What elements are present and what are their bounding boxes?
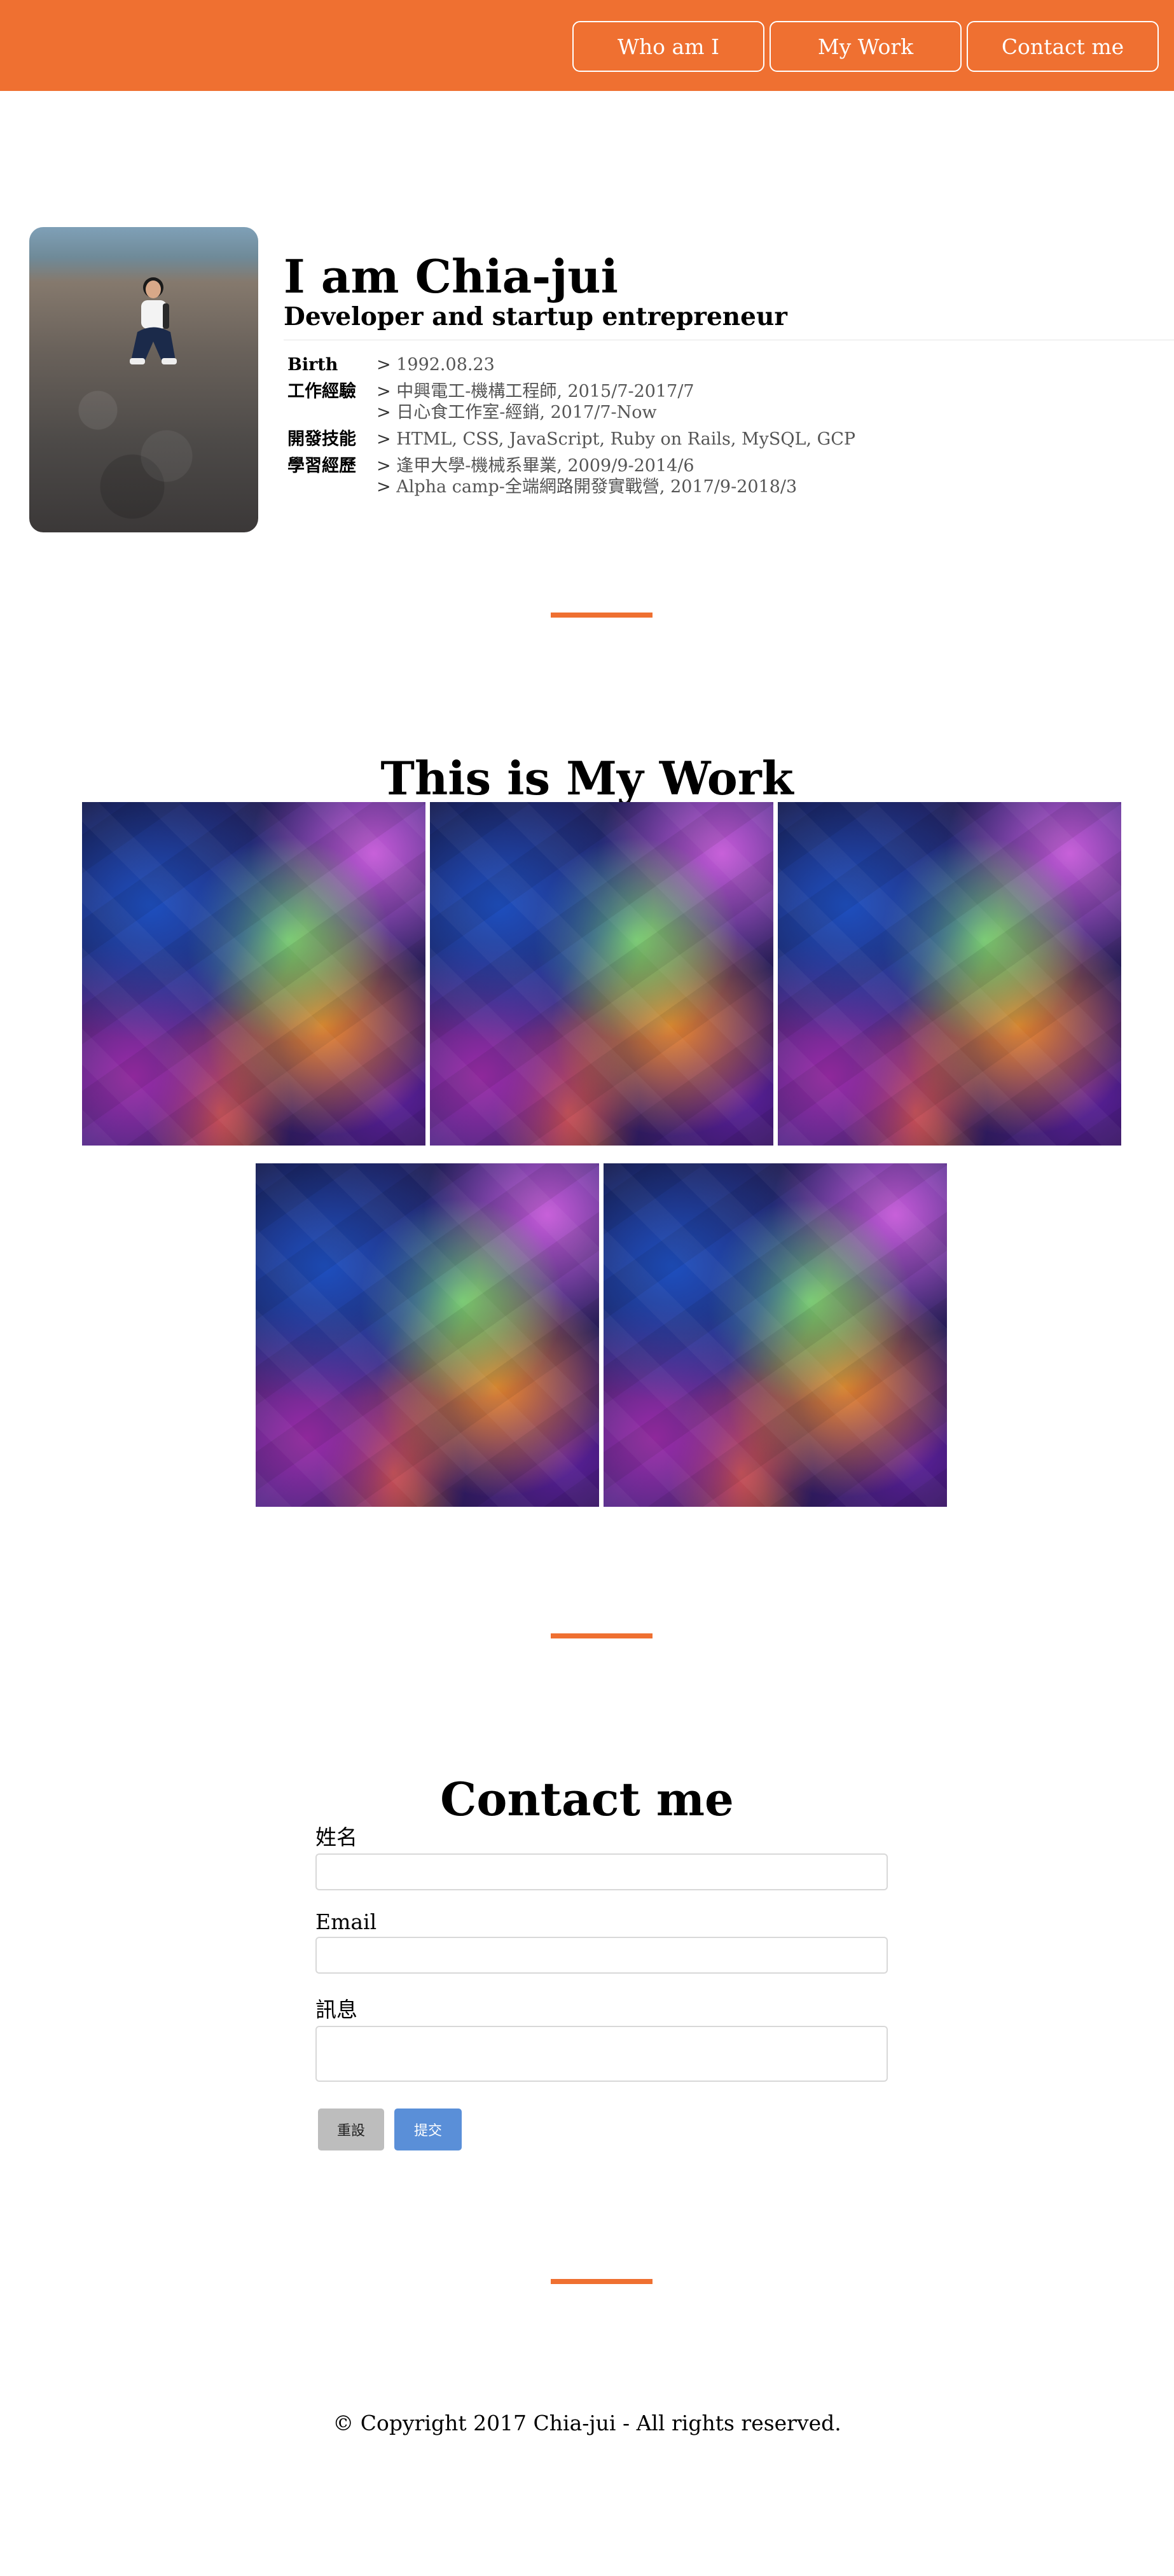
work-tile[interactable] — [256, 1163, 599, 1507]
info-key: 工作經驗 — [287, 382, 356, 401]
info-values: 逢甲大學-機械系畢業, 2009/9-2014/6 Alpha camp-全端網… — [376, 455, 797, 497]
profile-photo — [29, 227, 258, 532]
main-nav: Who am I My Work Contact me — [572, 21, 1159, 72]
info-value: 逢甲大學-機械系畢業, 2009/9-2014/6 — [376, 455, 797, 476]
message-textarea[interactable] — [315, 2026, 888, 2082]
info-value: HTML, CSS, JavaScript, Ruby on Rails, My… — [376, 429, 855, 450]
work-tile[interactable] — [82, 802, 425, 1146]
nav-contact-me-button[interactable]: Contact me — [967, 21, 1159, 72]
info-values: 中興電工-機構工程師, 2015/7-2017/7 日心食工作室-經銷, 201… — [376, 381, 694, 423]
form-buttons: 重設 提交 — [318, 2109, 888, 2150]
info-row-birth: Birth 1992.08.23 — [287, 354, 855, 375]
info-key: 開發技能 — [287, 429, 356, 449]
person-figure — [130, 277, 177, 364]
nav-my-work-button[interactable]: My Work — [770, 21, 962, 72]
info-values: HTML, CSS, JavaScript, Ruby on Rails, My… — [376, 429, 855, 450]
message-label: 訊息 — [315, 1997, 357, 2022]
info-key: Birth — [287, 355, 338, 375]
footer-copyright: © Copyright 2017 Chia-jui - All rights r… — [333, 2411, 841, 2435]
info-row-skills: 開發技能 HTML, CSS, JavaScript, Ruby on Rail… — [287, 429, 855, 450]
info-value: 日心食工作室-經銷, 2017/7-Now — [376, 402, 694, 423]
submit-button[interactable]: 提交 — [394, 2109, 462, 2150]
info-value: 中興電工-機構工程師, 2015/7-2017/7 — [376, 381, 694, 402]
info-values: 1992.08.23 — [376, 354, 495, 375]
work-section-title: This is My Work — [380, 751, 794, 805]
work-tile[interactable] — [604, 1163, 947, 1507]
info-table: Birth 1992.08.23 工作經驗 中興電工-機構工程師, 2015/7… — [287, 354, 855, 503]
reset-button[interactable]: 重設 — [318, 2109, 384, 2150]
tagline: Developer and startup entrepreneur — [284, 302, 787, 331]
work-tile[interactable] — [778, 802, 1121, 1146]
info-key: 學習經歷 — [287, 456, 356, 476]
info-row-education: 學習經歷 逢甲大學-機械系畢業, 2009/9-2014/6 Alpha cam… — [287, 455, 855, 497]
name-label: 姓名 — [315, 1825, 357, 1850]
info-row-work: 工作經驗 中興電工-機構工程師, 2015/7-2017/7 日心食工作室-經銷… — [287, 381, 855, 423]
section-divider — [551, 613, 653, 618]
email-input[interactable] — [315, 1937, 888, 1974]
about-section: I am Chia-jui Developer and startup entr… — [0, 227, 1174, 532]
email-label: Email — [315, 1909, 377, 1934]
info-value: 1992.08.23 — [376, 354, 495, 375]
section-divider — [551, 2279, 653, 2284]
contact-section-title: Contact me — [440, 1772, 734, 1826]
name-input[interactable] — [315, 1853, 888, 1890]
contact-form: 姓名 Email 訊息 重設 提交 — [315, 1820, 888, 2150]
work-tile[interactable] — [430, 802, 773, 1146]
info-value: Alpha camp-全端網路開發實戰營, 2017/9-2018/3 — [376, 476, 797, 497]
nav-who-am-i-button[interactable]: Who am I — [572, 21, 764, 72]
top-nav-bar: Who am I My Work Contact me — [0, 0, 1174, 91]
page-title: I am Chia-jui — [284, 249, 618, 303]
section-divider — [551, 1633, 653, 1638]
